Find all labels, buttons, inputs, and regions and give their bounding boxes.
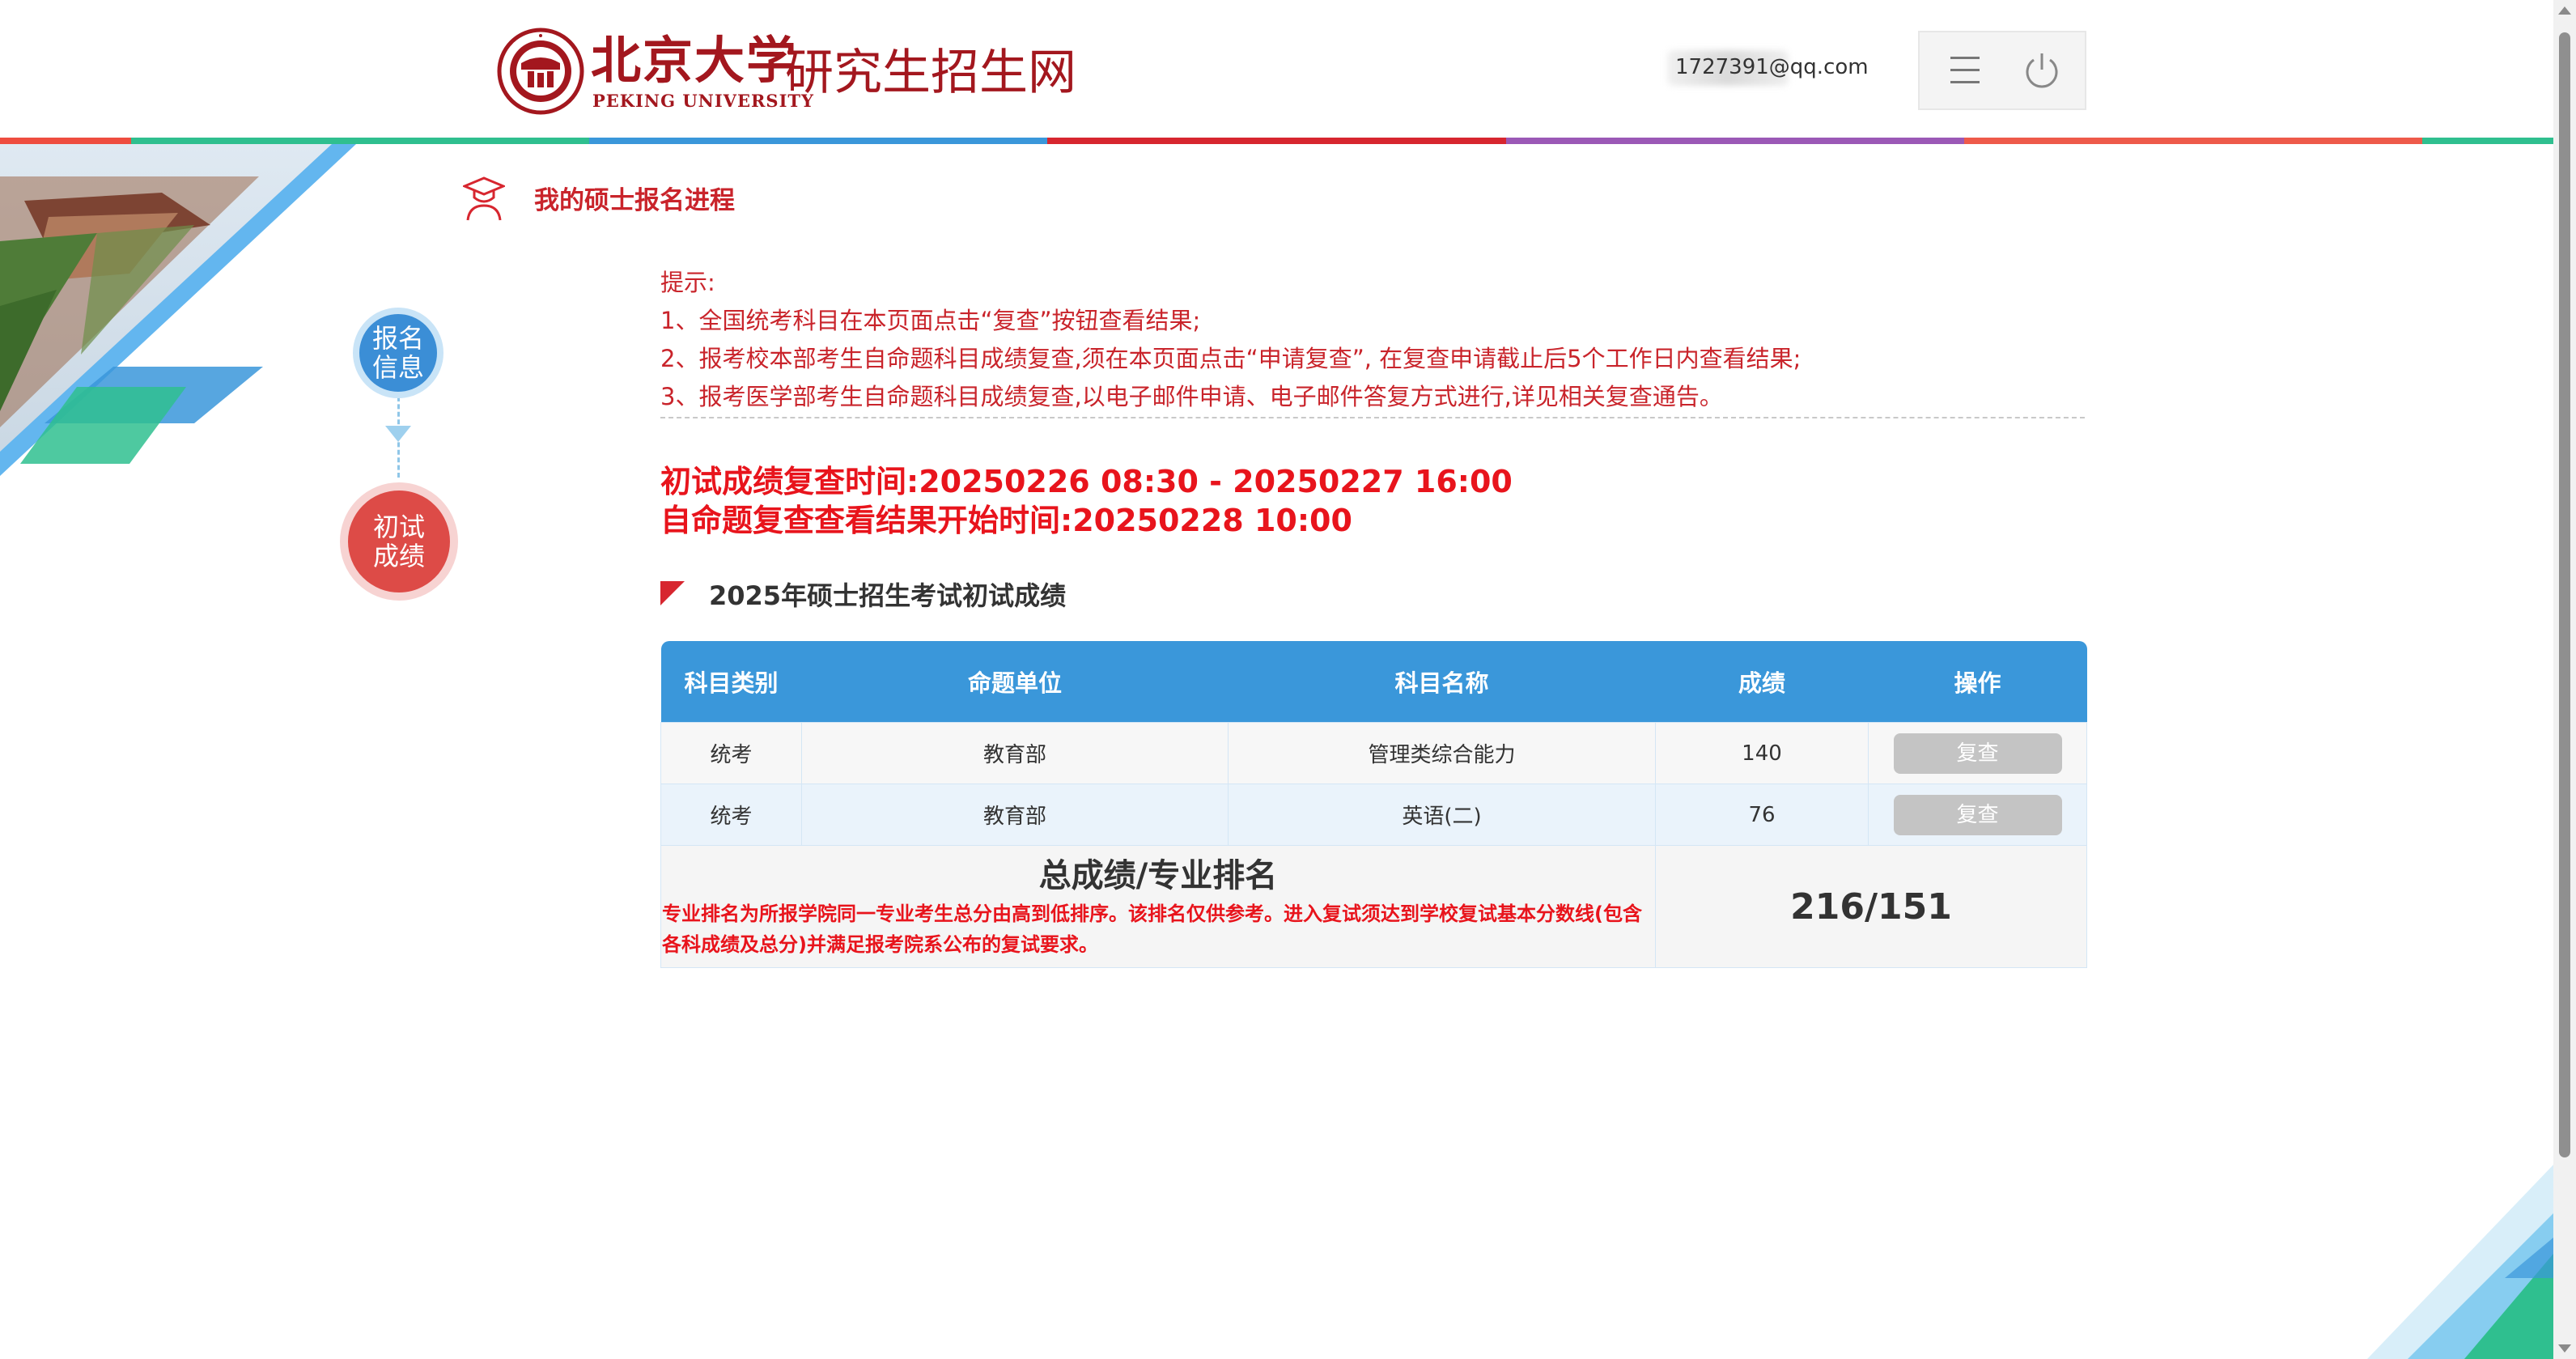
table-row: 统考 教育部 管理类综合能力 140 复查: [660, 722, 2087, 784]
ranking-note: 专业排名为所报学院同一专业考生总分由高到低排序。该排名仅供参考。进入复试须达到学…: [662, 902, 1642, 956]
campus-photo-decoration: [0, 144, 356, 476]
user-email: 1727391@qq.com: [1675, 55, 1869, 79]
peking-university-emblem-icon[interactable]: [497, 28, 584, 115]
table-row: 统考 教育部 英语(二) 76 复查: [660, 784, 2087, 846]
review-button[interactable]: 复查: [1893, 733, 2062, 774]
score-table: 科目类别 命题单位 科目名称 成绩 操作 统考 教育部 管理类综合能力 140 …: [660, 641, 2087, 968]
total-value-cell: 216/151: [1655, 845, 2087, 968]
column-header: 命题单位: [801, 641, 1229, 723]
step-label: 报名信息: [371, 323, 424, 383]
section-flag-icon: [660, 581, 685, 605]
subject-cell: 英语(二): [1228, 784, 1656, 846]
action-cell: 复查: [1868, 784, 2087, 846]
unit-cell: 教育部: [801, 722, 1229, 784]
category-cell: 统考: [660, 722, 802, 784]
header-color-stripe: [0, 138, 2553, 144]
total-label-cell: 总成绩/专业排名 专业排名为所报学院同一专业考生总分由高到低排序。该排名仅供参考…: [660, 845, 1656, 968]
header-toolbar: [1918, 31, 2086, 110]
column-header: 成绩: [1655, 641, 1869, 723]
scrollbar-thumb[interactable]: [2559, 32, 2570, 1157]
step-preliminary-score[interactable]: 初试成绩: [340, 482, 458, 601]
page-title: 我的硕士报名进程: [534, 186, 735, 215]
notice-heading: 提示:: [660, 269, 715, 296]
scroll-up-arrow-icon[interactable]: [2558, 6, 2571, 15]
subject-cell: 管理类综合能力: [1228, 722, 1656, 784]
site-title[interactable]: 研究生招生网: [785, 40, 1076, 105]
site-header: 北京大学 PEKING UNIVERSITY 研究生招生网 1727391@qq…: [0, 0, 2553, 138]
graduate-icon: [463, 176, 505, 221]
scroll-down-arrow-icon[interactable]: [2558, 1344, 2571, 1353]
total-score-rank: 216/151: [1790, 885, 1952, 928]
notice-line: 1、全国统考科目在本页面点击“复查”按钮查看结果;: [660, 307, 1201, 334]
action-cell: 复查: [1868, 722, 2087, 784]
notice-divider: [660, 417, 2085, 418]
notice-line: 3、报考医学部考生自命题科目成绩复查,以电子邮件申请、电子邮件答复方式进行,详见…: [660, 383, 1723, 410]
unit-cell: 教育部: [801, 784, 1229, 846]
corner-decoration: [2367, 1165, 2553, 1359]
step-arrow-icon: [385, 426, 411, 442]
table-header-row: 科目类别 命题单位 科目名称 成绩 操作: [660, 641, 2087, 723]
category-cell: 统考: [660, 784, 802, 846]
column-header: 操作: [1868, 641, 2087, 723]
power-icon[interactable]: [2022, 50, 2062, 91]
total-title: 总成绩/专业排名: [1038, 857, 1278, 894]
review-button[interactable]: 复查: [1893, 794, 2062, 835]
menu-icon[interactable]: [1949, 52, 1981, 89]
vertical-scrollbar[interactable]: [2553, 0, 2576, 1359]
logo-english-text[interactable]: PEKING UNIVERSITY: [592, 91, 814, 111]
review-period-text: 初试成绩复查时间:20250226 08:30 - 20250227 16:00: [660, 464, 1513, 499]
notice-block: 提示: 1、全国统考科目在本页面点击“复查”按钮查看结果; 2、报考校本部考生自…: [660, 264, 2085, 416]
logo-chinese-text[interactable]: 北京大学: [591, 32, 798, 89]
score-cell: 76: [1655, 784, 1869, 846]
section-title: 2025年硕士招生考试初试成绩: [709, 580, 1067, 611]
column-header: 科目类别: [660, 641, 802, 723]
step-registration-info[interactable]: 报名信息: [353, 308, 443, 398]
notice-line: 2、报考校本部考生自命题科目成绩复查,须在本页面点击“申请复查”, 在复查申请截…: [660, 345, 1802, 372]
result-time-text: 自命题复查查看结果开始时间:20250228 10:00: [660, 503, 1352, 538]
column-header: 科目名称: [1228, 641, 1656, 723]
score-cell: 140: [1655, 722, 1869, 784]
step-label: 初试成绩: [372, 512, 425, 571]
total-row: 总成绩/专业排名 专业排名为所报学院同一专业考生总分由高到低排序。该排名仅供参考…: [660, 845, 2087, 968]
